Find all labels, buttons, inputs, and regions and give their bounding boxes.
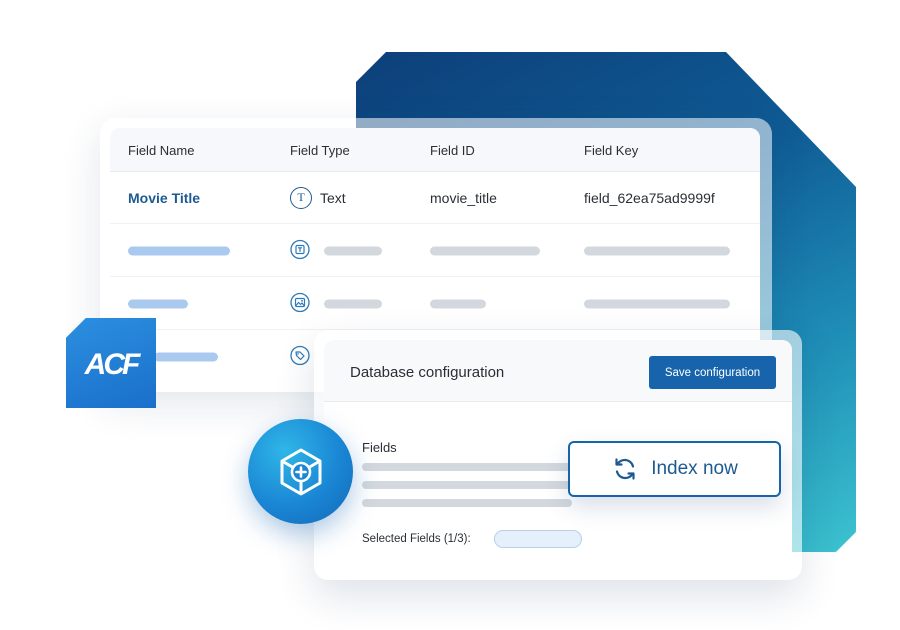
selected-fields-input[interactable] [494,530,582,548]
index-now-label: Index now [651,458,738,479]
table-row[interactable]: Movie Title T Text movie_title field_62ea… [110,172,760,224]
field-name-placeholder [128,246,230,255]
field-placeholder-line [362,463,572,471]
header-field-key: Field Key [584,143,639,158]
text-type-icon: T [290,186,312,209]
header-field-type: Field Type [290,143,350,158]
refresh-icon [615,458,635,480]
field-key-cell: field_62ea75ad9999f [584,189,715,206]
table-row[interactable] [110,225,760,277]
field-placeholder-line [362,481,572,489]
field-type-placeholder [324,299,382,308]
table-header: Field Name Field Type Field ID Field Key [110,128,760,172]
database-config-title: Database configuration [350,364,505,381]
tag-icon [290,345,310,369]
field-id-placeholder [430,246,540,255]
image-icon [290,292,310,315]
field-id-cell: movie_title [430,189,497,206]
header-field-id: Field ID [430,143,475,158]
acf-logo: ACF [66,318,156,408]
selected-fields-label: Selected Fields (1/3): [362,533,471,545]
field-key-placeholder [584,246,730,255]
save-configuration-button[interactable]: Save configuration [649,356,776,389]
cube-plus-icon [280,448,321,495]
text-box-icon [290,239,310,262]
cube-plus-badge [248,419,353,524]
field-placeholder-line [362,499,572,507]
field-type-placeholder [324,246,382,255]
field-name-placeholder [128,299,188,308]
field-id-placeholder [430,299,486,308]
field-key-placeholder [584,299,730,308]
database-config-header: Database configuration Save configuratio… [324,340,792,402]
field-name-link[interactable]: Movie Title [128,190,200,206]
header-field-name: Field Name [128,143,195,158]
field-type-cell: T Text [290,186,346,209]
index-now-button[interactable]: Index now [568,441,781,497]
field-name-placeholder [154,352,218,362]
table-row[interactable] [110,278,760,330]
acf-logo-text: ACF [84,348,141,381]
fields-label: Fields [362,440,397,455]
field-type-label: Text [320,189,346,206]
